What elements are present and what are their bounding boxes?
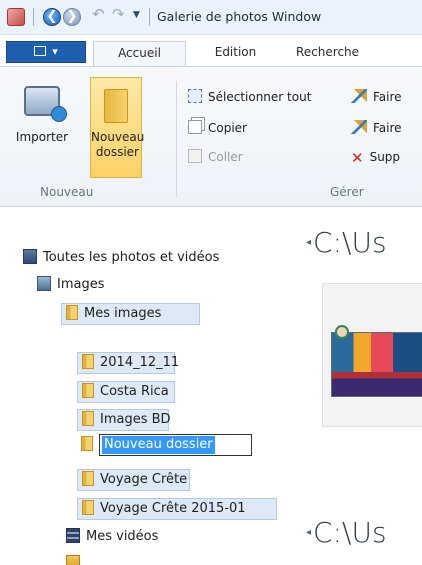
folder-icon xyxy=(82,411,94,426)
forward-arrow-icon: ❯ xyxy=(66,9,78,24)
tree-item-label: Mes images xyxy=(84,306,162,321)
folder-icon xyxy=(82,383,94,398)
group-label-gerer: Gérer xyxy=(330,185,364,199)
tab-edition[interactable]: Edition xyxy=(193,41,278,66)
folder-icon xyxy=(66,555,80,565)
tree-item-label: Images xyxy=(57,277,105,292)
toolbar-separator xyxy=(33,8,34,26)
collapse-arrow-icon: ◂ xyxy=(306,527,312,538)
select-all-button[interactable]: Sélectionner tout xyxy=(188,87,311,107)
quick-access-dropdown-icon[interactable]: ▼ xyxy=(133,10,140,20)
group-label-nouveau: Nouveau xyxy=(40,185,94,199)
delete-icon: ✕ xyxy=(351,149,364,167)
tree-item-nouveau-dossier[interactable]: Nouveau dossier xyxy=(81,434,252,457)
copy-label: Copier xyxy=(208,121,247,135)
group-separator xyxy=(176,81,177,197)
folder-group-heading[interactable]: ◂C:\Us xyxy=(306,226,387,259)
folder-icon xyxy=(66,305,78,320)
tree-item-voyage-crete[interactable]: Voyage Crête xyxy=(77,469,190,491)
select-all-icon xyxy=(188,89,202,103)
tab-accueil[interactable]: Accueil xyxy=(93,41,186,66)
paste-label: Coller xyxy=(208,150,243,164)
tree-item-images-bd[interactable]: Images BD xyxy=(77,409,171,431)
tree-item-all-media[interactable]: Toutes les photos et vidéos xyxy=(23,248,219,270)
folder-icon xyxy=(82,500,94,515)
tree-item-mes-images[interactable]: Mes images xyxy=(61,303,200,325)
paste-button[interactable]: Coller xyxy=(188,147,243,167)
tree-item-mes-videos[interactable]: Mes vidéos xyxy=(66,527,158,549)
back-button[interactable]: ❮ xyxy=(43,8,61,26)
navigation-tree: Toutes les photos et vidéos Images Mes i… xyxy=(0,207,290,565)
photo-thumbnail-card[interactable] xyxy=(322,283,422,427)
copy-button[interactable]: Copier xyxy=(188,118,247,138)
videos-library-icon xyxy=(66,528,80,543)
ribbon-tab-bar: ▾ Accueil Edition Recherche xyxy=(0,35,422,66)
import-label: Importer xyxy=(15,130,69,144)
paste-icon xyxy=(188,149,202,163)
ribbon-panel: Importer Nouveau dossier Nouveau Sélecti… xyxy=(0,66,422,207)
tree-item-label: Images BD xyxy=(100,412,171,427)
faire-label-2: Faire xyxy=(373,121,402,135)
tree-item-label: Costa Rica xyxy=(100,384,169,399)
toolbar-separator xyxy=(149,8,150,26)
rotate-icon xyxy=(351,120,367,134)
new-folder-label-line2: dossier xyxy=(95,145,139,159)
rename-input-selected-text: Nouveau dossier xyxy=(102,436,215,454)
file-menu-button[interactable]: ▾ xyxy=(6,41,86,63)
rotate-icon xyxy=(351,89,367,103)
delete-button[interactable]: ✕ Supp xyxy=(351,147,400,167)
images-library-icon xyxy=(37,276,51,291)
tree-item-label: Mes vidéos xyxy=(86,529,159,544)
photo-gallery-app-icon[interactable] xyxy=(7,8,25,26)
faire-button-2[interactable]: Faire xyxy=(351,118,402,138)
tree-item-label: Toutes les photos et vidéos xyxy=(43,250,220,265)
content-pane: ◂C:\Us ◂C:\Us xyxy=(290,207,422,565)
tree-item-2014-12-11[interactable]: 2014_12_11 xyxy=(77,352,179,374)
photo-people-tag-icon xyxy=(335,325,349,339)
folder-icon xyxy=(82,354,94,369)
photo-thumbnail xyxy=(331,332,422,397)
faire-label-1: Faire xyxy=(373,90,402,104)
new-folder-icon xyxy=(104,89,128,123)
all-media-icon xyxy=(23,249,37,264)
file-menu-icon xyxy=(34,46,47,56)
back-arrow-icon: ❮ xyxy=(46,9,58,24)
faire-button-1[interactable]: Faire xyxy=(351,87,402,107)
copy-icon xyxy=(188,120,202,134)
redo-icon[interactable]: ↷ xyxy=(112,5,125,23)
collapse-arrow-icon: ◂ xyxy=(306,237,312,248)
tree-item-label: Voyage Crête xyxy=(100,472,188,487)
new-folder-button[interactable]: Nouveau dossier xyxy=(90,77,145,178)
camera-import-icon xyxy=(24,86,67,122)
title-bar: ❮ ❯ ↶ ↷ ▼ Galerie de photos Window xyxy=(0,0,422,35)
tree-item-label: Voyage Crête 2015-01 xyxy=(100,501,246,516)
tree-item-label: 2014_12_11 xyxy=(100,355,180,370)
import-button[interactable]: Importer xyxy=(0,86,84,145)
tree-item-images[interactable]: Images xyxy=(37,275,105,297)
tab-recherche[interactable]: Recherche xyxy=(296,41,406,66)
rename-input[interactable]: Nouveau dossier xyxy=(99,434,252,456)
tree-item-partial[interactable] xyxy=(66,554,86,565)
folder-path-text: C:\Us xyxy=(313,516,387,549)
delete-label: Supp xyxy=(369,150,401,164)
folder-group-heading[interactable]: ◂C:\Us xyxy=(306,516,387,549)
forward-button[interactable]: ❯ xyxy=(63,8,81,26)
window-title: Galerie de photos Window xyxy=(157,9,322,24)
tree-item-costa-rica[interactable]: Costa Rica xyxy=(77,381,175,403)
new-folder-label-line1: Nouveau xyxy=(91,130,145,144)
select-all-label: Sélectionner tout xyxy=(208,90,312,104)
folder-icon xyxy=(82,471,94,486)
folder-icon xyxy=(81,436,93,451)
folder-path-text: C:\Us xyxy=(313,226,387,259)
file-menu-chevron-icon: ▾ xyxy=(52,45,58,58)
undo-icon[interactable]: ↶ xyxy=(92,5,105,23)
tree-item-voyage-crete-2015-01[interactable]: Voyage Crête 2015-01 xyxy=(77,498,277,520)
